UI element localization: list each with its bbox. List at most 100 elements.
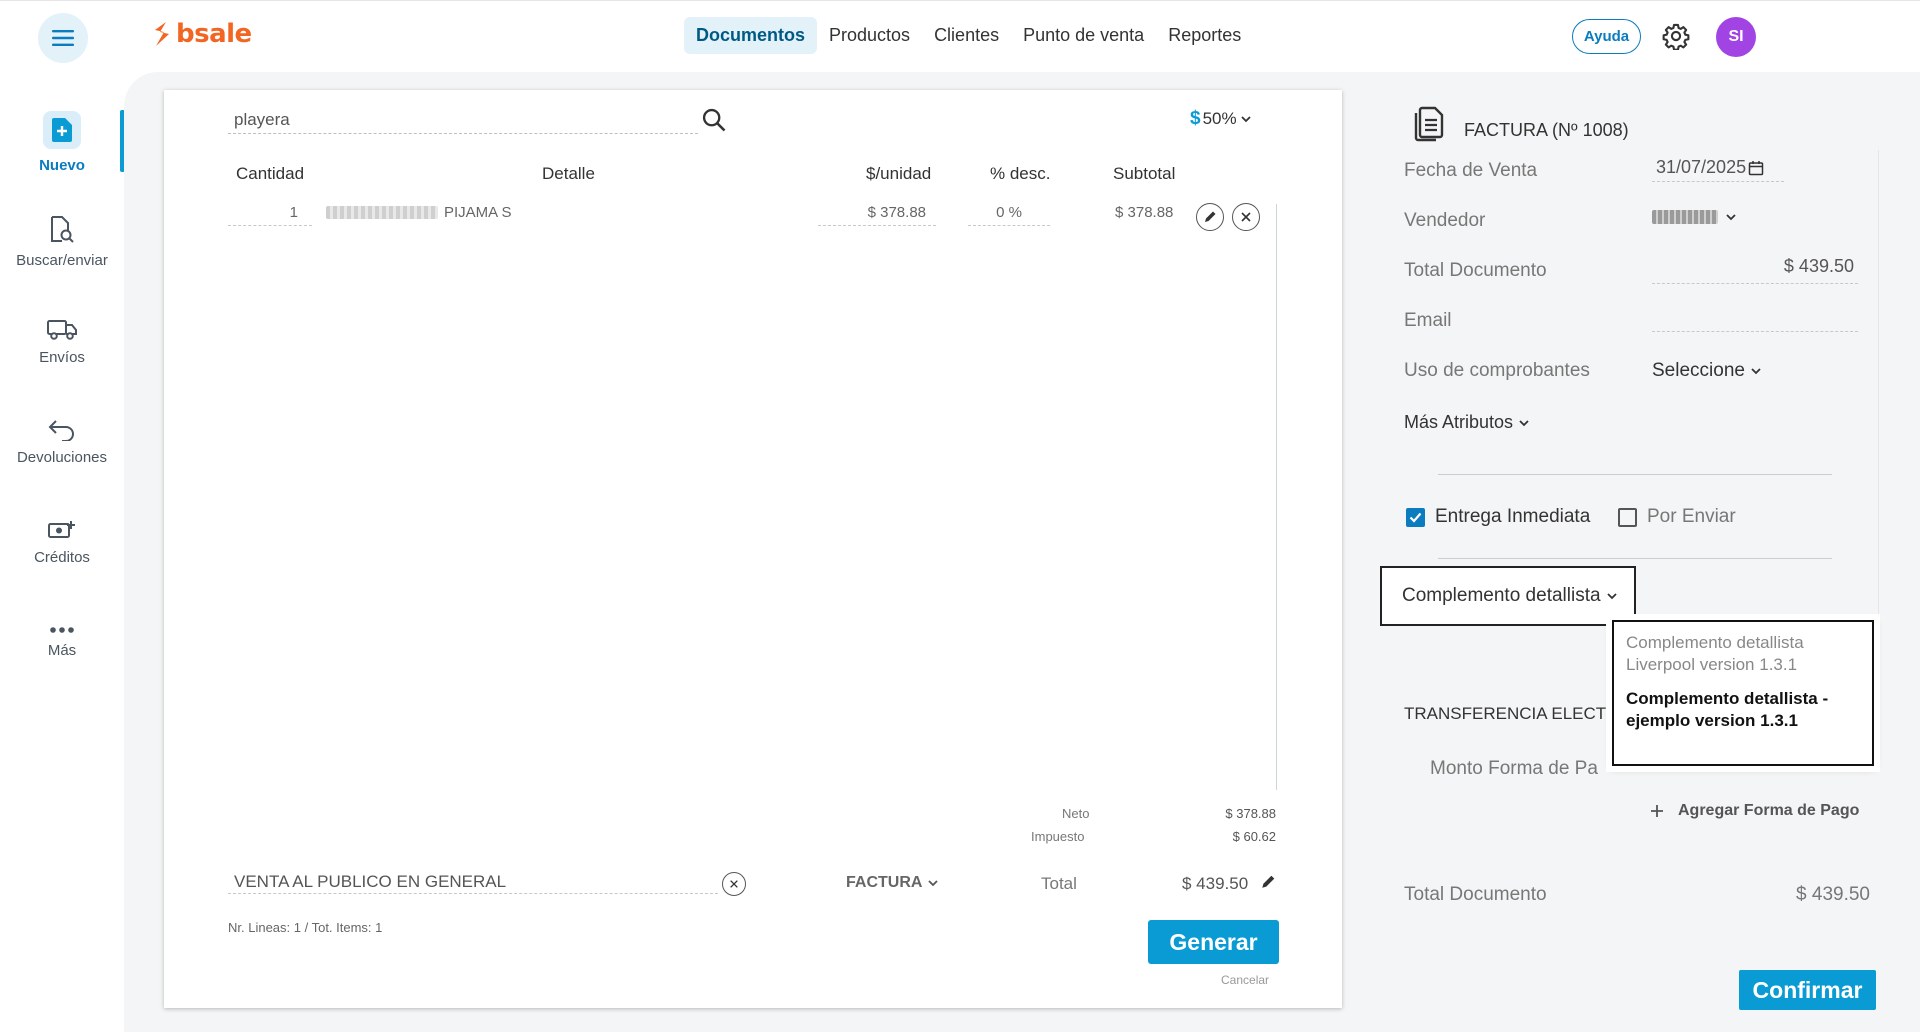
uso-comprobantes-select[interactable]: Seleccione [1652,360,1763,382]
confirm-button[interactable]: Confirmar [1739,970,1876,1010]
transferencia-label: TRANSFERENCIA ELECTR [1404,704,1619,723]
help-button[interactable]: Ayuda [1572,19,1641,54]
new-document-icon [43,110,81,149]
uso-comprobantes-label: Uso de comprobantes [1404,360,1590,381]
total-value: $ 439.50 [1182,874,1249,893]
search-icon[interactable] [700,106,728,134]
sidebar-item-label: Envíos [39,348,85,366]
sidebar-item-label: Devoluciones [16,448,108,466]
document-type-select[interactable]: FACTURA [846,874,940,892]
add-payment-label: Agregar Forma de Pago [1678,802,1860,819]
generate-button[interactable]: Generar [1148,920,1279,964]
impuesto-label: Impuesto [1031,829,1085,844]
sidebar-item-nuevo[interactable]: Nuevo [0,100,124,184]
sidebar-item-envios[interactable]: Envíos [0,300,124,384]
logo-text: bsale [176,19,252,49]
row-detail: PIJAMA S [326,204,512,221]
row-detail-text: PIJAMA S [444,204,512,221]
uso-comprobantes-value: Seleccione [1652,360,1745,381]
complemento-detallista-label: Complemento detallista [1402,585,1601,606]
checkbox-unchecked-icon [1618,507,1637,527]
plus-icon [1651,805,1663,817]
fecha-input[interactable]: 31/07/2025 [1652,154,1784,182]
vendedor-select[interactable] [1652,210,1738,224]
bsale-logo[interactable]: bsale [152,19,252,49]
edit-row-button[interactable] [1196,203,1224,231]
table-divider [1276,204,1277,790]
lines-info: Nr. Lineas: 1 / Tot. Items: 1 [228,920,383,935]
total-documento-bottom-label: Total Documento [1404,884,1547,905]
client-input[interactable]: VENTA AL PUBLICO EN GENERAL [228,872,718,894]
neto-value: $ 378.88 [1225,806,1276,821]
currency-symbol: $ [1190,108,1201,129]
chevron-down-icon [1240,116,1251,123]
chevron-down-icon [1726,214,1736,221]
email-input[interactable] [1652,304,1858,332]
por-enviar-checkbox[interactable]: Por Enviar [1618,506,1736,528]
row-qty-input[interactable]: 1 [228,204,312,226]
total-label: Total [1041,874,1077,893]
cancel-link[interactable]: Cancelar [1221,973,1269,987]
product-search-input[interactable]: playera [228,108,698,134]
search-document-icon [51,215,74,243]
document-title: FACTURA (Nº 1008) [1464,120,1629,140]
hamburger-menu-button[interactable] [38,13,88,63]
discount-value: 50% [1202,109,1237,128]
fecha-label: Fecha de Venta [1404,160,1538,181]
nav-punto-de-venta[interactable]: Punto de venta [1011,17,1156,54]
clear-client-button[interactable] [722,872,746,896]
user-avatar[interactable]: SI [1716,17,1756,57]
redacted-vendor [1652,210,1718,224]
mas-atributos-label: Más Atributos [1404,412,1514,432]
sidebar-item-label: Créditos [34,548,90,566]
sidebar-item-devoluciones[interactable]: Devoluciones [0,400,124,484]
add-payment-button[interactable]: Agregar Forma de Pago [1650,802,1859,820]
total-documento-input[interactable]: $ 439.50 [1652,256,1858,284]
nav-clientes[interactable]: Clientes [922,17,1011,54]
discount-selector[interactable]: $ 50% [1190,108,1253,130]
header-cantidad: Cantidad [236,164,305,183]
mas-atributos-toggle[interactable]: Más Atributos [1404,412,1531,433]
divider [1438,474,1832,475]
pencil-icon[interactable] [1260,874,1276,890]
cash-plus-icon [48,520,75,538]
header-discount: % desc. [990,164,1051,183]
top-bar: bsale Documentos Productos Clientes Punt… [0,0,1920,72]
fecha-value: 31/07/2025 [1656,157,1747,177]
sidebar: Nuevo Buscar/enviar Envíos Devoluciones … [0,72,125,1032]
nav-productos[interactable]: Productos [817,17,922,54]
remove-row-button[interactable] [1232,203,1260,231]
email-label: Email [1404,310,1452,331]
nav-reportes[interactable]: Reportes [1156,17,1253,54]
sidebar-item-mas[interactable]: Más [0,600,124,684]
divider [1438,558,1832,559]
sidebar-item-buscar-enviar[interactable]: Buscar/enviar [0,200,124,284]
return-arrow-icon [48,419,74,441]
chevron-down-icon [1519,419,1529,426]
redacted-sku [326,206,438,219]
sidebar-item-label: Nuevo [39,156,85,174]
header-detalle: Detalle [542,164,595,183]
dropdown-option-liverpool[interactable]: Complemento detallista Liverpool version… [1614,622,1872,676]
row-unit-price-input[interactable]: $ 378.88 [818,204,936,226]
entrega-inmediata-checkbox[interactable]: Entrega Inmediata [1406,506,1590,528]
gear-icon[interactable] [1662,22,1690,50]
chevron-down-icon [928,880,939,887]
complemento-dropdown: Complemento detallista Liverpool version… [1606,614,1880,772]
panel-divider [1878,150,1879,750]
por-enviar-label: Por Enviar [1647,506,1736,527]
row-discount-input[interactable]: 0 % [968,204,1050,226]
entrega-inmediata-label: Entrega Inmediata [1435,506,1591,527]
dropdown-option-ejemplo[interactable]: Complemento detallista - ejemplo version… [1614,676,1872,732]
close-icon [1241,212,1251,222]
total-documento-bottom-value: $ 439.50 [1796,884,1870,905]
nav-documentos[interactable]: Documentos [684,17,818,54]
header-subtotal: Subtotal [1113,164,1176,183]
impuesto-value: $ 60.62 [1232,829,1276,844]
more-dots-icon [50,626,74,633]
neto-label: Neto [1062,806,1090,821]
checkbox-checked-icon [1406,507,1425,527]
sidebar-item-creditos[interactable]: Créditos [0,500,124,584]
complemento-detallista-select[interactable]: Complemento detallista [1380,566,1636,626]
document-card: playera $ 50% Cantidad Detalle $/unidad … [164,90,1342,1008]
